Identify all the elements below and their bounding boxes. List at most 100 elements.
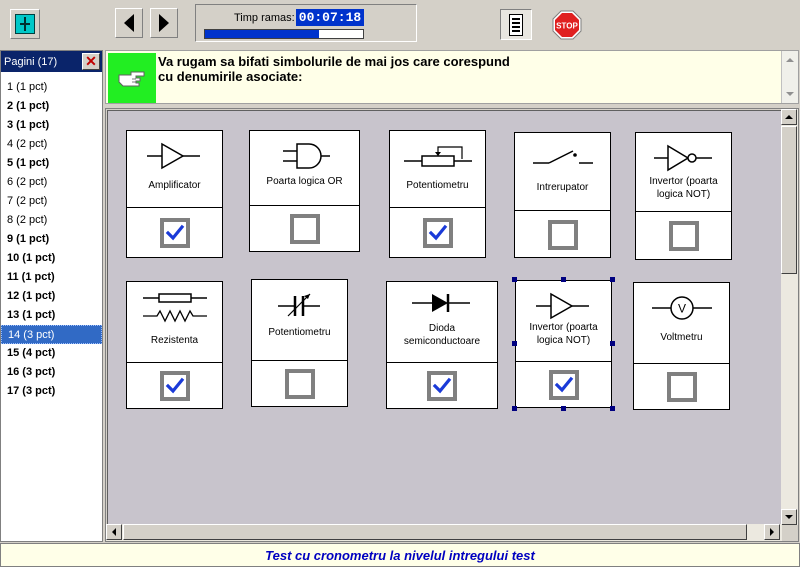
page-list-item[interactable]: 11 (1 pct) [1,268,102,287]
close-icon[interactable]: ✕ [82,53,100,70]
card-divider [634,363,729,364]
symbol-checkbox[interactable] [290,214,320,244]
layout-toggle-button[interactable] [10,9,40,39]
instruction-line-1: Va rugam sa bifati simbolurile de mai jo… [158,54,510,69]
not-gate-symbol-icon [636,141,731,175]
symbol-card: Rezistenta [126,281,223,409]
symbol-label: Voltmetru [660,332,703,343]
question-area: Amplificator Poarta logica OR Potentiometr… [105,108,799,542]
page-list-item[interactable]: 16 (3 pct) [1,363,102,382]
selection-handle[interactable] [512,277,517,282]
scroll-down-button[interactable] [781,509,797,525]
page-list-item[interactable]: 9 (1 pct) [1,230,102,249]
symbol-checkbox[interactable] [427,371,457,401]
pointing-hand-icon [108,53,156,103]
horizontal-scroll-thumb[interactable] [123,524,747,540]
symbol-checkbox[interactable] [285,369,315,399]
card-divider [636,211,731,212]
scroll-up-button[interactable] [781,109,797,125]
scroll-right-button[interactable] [764,524,780,540]
symbol-checkbox[interactable] [160,218,190,248]
selection-handle[interactable] [512,341,517,346]
scroll-left-button[interactable] [106,524,122,540]
symbol-card: Poarta logica OR [249,130,360,252]
timer-panel: Timp ramas: 00:07:18 [195,4,417,42]
page-list-item[interactable]: 1 (1 pct) [1,78,102,97]
page-list-item[interactable]: 3 (1 pct) [1,116,102,135]
selection-handle[interactable] [512,406,517,411]
instruction-scrollbar[interactable] [781,51,798,103]
vertical-scroll-thumb[interactable] [781,126,797,274]
question-list-button[interactable] [500,9,532,40]
symbol-label: Poarta logica OR [266,176,343,187]
next-page-button[interactable] [150,8,178,38]
page-list-item[interactable]: 14 (3 pct) [1,325,102,344]
symbol-card: Potentiometru [389,130,486,258]
symbol-label: Intrerupator [536,182,589,193]
checkmark-icon [432,377,452,394]
page-list-item[interactable]: 15 (4 pct) [1,344,102,363]
arrow-left-icon [124,14,134,32]
toolbar: Timp ramas: 00:07:18 STOP [0,0,800,48]
selection-handle[interactable] [560,406,566,411]
symbol-checkbox[interactable] [548,220,578,250]
arrow-right-icon [159,14,169,32]
scroll-down-icon[interactable] [782,86,798,102]
card-divider [250,205,359,206]
split-layout-icon [15,14,35,34]
symbol-canvas: Amplificator Poarta logica OR Potentiometr… [107,110,781,524]
card-divider [252,360,347,361]
switch-symbol-icon [515,141,610,175]
page-list-item[interactable]: 5 (1 pct) [1,154,102,173]
symbol-checkbox[interactable] [160,371,190,401]
checkmark-icon [554,376,574,393]
stop-test-button[interactable]: STOP [552,10,582,40]
symbol-card: Dioda semiconductoare [386,281,498,409]
card-divider [127,207,222,208]
page-list-item[interactable]: 7 (2 pct) [1,192,102,211]
selection-handle[interactable] [610,341,615,346]
symbol-checkbox[interactable] [549,370,579,400]
instruction-text: Va rugam sa bifati simbolurile de mai jo… [158,54,778,84]
page-list-item[interactable]: 13 (1 pct) [1,306,102,325]
selection-handle[interactable] [560,277,566,282]
symbol-label: Potentiometru [406,180,469,191]
time-progress-fill [205,30,319,38]
symbol-checkbox[interactable] [423,218,453,248]
symbol-card: Invertor (poarta logica NOT) [515,280,612,408]
selection-handle[interactable] [610,277,615,282]
symbol-label: Amplificator [148,180,201,191]
page-list-item[interactable]: 4 (2 pct) [1,135,102,154]
pages-list: 1 (1 pct) 2 (1 pct) 3 (1 pct) 4 (2 pct) 5 (1… [1,72,102,401]
stop-icon: STOP [552,10,582,40]
symbol-card: V Voltmetru [633,282,730,410]
scroll-up-icon[interactable] [782,52,798,68]
symbol-checkbox[interactable] [669,221,699,251]
card-divider [516,361,611,362]
card-divider [515,210,610,211]
page-list-item[interactable]: 12 (1 pct) [1,287,102,306]
symbol-card: Potentiometru [251,279,348,407]
symbol-label: Invertor (poarta logica NOT) [649,176,718,200]
symbol-card: Intrerupator [514,132,611,258]
selection-handle[interactable] [610,406,615,411]
vertical-scrollbar[interactable] [781,109,798,525]
page-list-item[interactable]: 6 (2 pct) [1,173,102,192]
page-list-item[interactable]: 8 (2 pct) [1,211,102,230]
page-list-item[interactable]: 10 (1 pct) [1,249,102,268]
horizontal-scrollbar[interactable] [106,524,782,541]
timer-value: 00:07:18 [296,9,364,26]
previous-page-button[interactable] [115,8,143,38]
symbol-checkbox[interactable] [667,372,697,402]
symbol-label: Invertor (poarta logica NOT) [529,322,598,346]
amplifier-symbol-icon [127,139,222,173]
card-divider [390,207,485,208]
symbol-card: Invertor (poarta logica NOT) [635,132,732,260]
card-divider [387,362,497,363]
instruction-panel: Va rugam sa bifati simbolurile de mai jo… [105,50,799,104]
page-list-item[interactable]: 17 (3 pct) [1,382,102,401]
checkmark-icon [165,224,185,241]
status-text: Test cu cronometru la nivelul intregului… [265,548,535,563]
symbol-label: Dioda semiconductoare [403,323,481,347]
page-list-item[interactable]: 2 (1 pct) [1,97,102,116]
